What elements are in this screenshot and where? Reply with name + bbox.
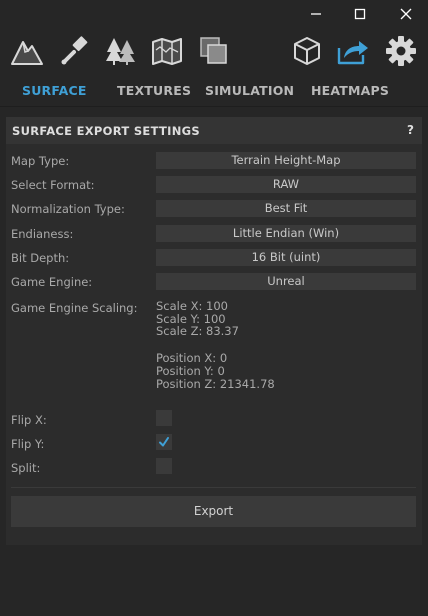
help-button[interactable]: ? <box>407 123 414 137</box>
tab-textures[interactable]: TEXTURES <box>117 83 191 98</box>
select-format-label: Select Format: <box>11 178 95 192</box>
share-export-icon[interactable] <box>336 34 370 68</box>
tab-simulation[interactable]: SIMULATION <box>205 83 294 98</box>
mountain-icon[interactable] <box>10 34 44 68</box>
toolbar <box>0 28 428 74</box>
layers-icon[interactable] <box>197 34 231 68</box>
position-z-value: Position Z: 21341.78 <box>156 377 275 391</box>
map-type-label: Map Type: <box>11 154 70 168</box>
gear-icon[interactable] <box>384 34 418 68</box>
panel-title: SURFACE EXPORT SETTINGS <box>12 124 200 138</box>
flip-y-checkbox[interactable] <box>156 434 172 450</box>
map-type-select[interactable]: Terrain Height-Map <box>156 152 416 169</box>
endianess-select[interactable]: Little Endian (Win) <box>156 225 416 242</box>
checkmark-icon <box>159 437 169 447</box>
scale-z-value: Scale Z: 83.37 <box>156 324 239 338</box>
tab-heatmaps[interactable]: HEATMAPS <box>311 83 389 98</box>
flip-x-label: Flip X: <box>11 413 47 427</box>
split-label: Split: <box>11 461 41 475</box>
tab-bar: SURFACE TEXTURES SIMULATION HEATMAPS <box>0 74 428 107</box>
maximize-icon[interactable] <box>337 0 383 28</box>
panel-header: SURFACE EXPORT SETTINGS ? <box>6 117 422 144</box>
title-bar <box>0 0 428 28</box>
brush-icon[interactable] <box>58 34 92 68</box>
minimize-icon[interactable] <box>293 0 339 28</box>
bit-depth-select[interactable]: 16 Bit (uint) <box>156 249 416 266</box>
normalization-type-label: Normalization Type: <box>11 202 125 216</box>
bit-depth-label: Bit Depth: <box>11 251 70 265</box>
game-engine-select[interactable]: Unreal <box>156 273 416 290</box>
flip-x-checkbox[interactable] <box>156 410 172 426</box>
cube-icon[interactable] <box>290 34 324 68</box>
normalization-type-select[interactable]: Best Fit <box>156 200 416 217</box>
select-format-select[interactable]: RAW <box>156 176 416 193</box>
flip-y-label: Flip Y: <box>11 437 45 451</box>
divider <box>11 487 416 488</box>
game-engine-scaling-label: Game Engine Scaling: <box>11 301 138 315</box>
game-engine-label: Game Engine: <box>11 275 93 289</box>
surface-export-panel: SURFACE EXPORT SETTINGS ? Map Type: Terr… <box>6 117 422 545</box>
close-icon[interactable] <box>383 0 428 28</box>
split-checkbox[interactable] <box>156 458 172 474</box>
tab-surface[interactable]: SURFACE <box>22 83 87 98</box>
map-icon[interactable] <box>150 34 184 68</box>
endianess-label: Endianess: <box>11 227 74 241</box>
trees-icon[interactable] <box>104 34 138 68</box>
export-button[interactable]: Export <box>11 496 416 527</box>
